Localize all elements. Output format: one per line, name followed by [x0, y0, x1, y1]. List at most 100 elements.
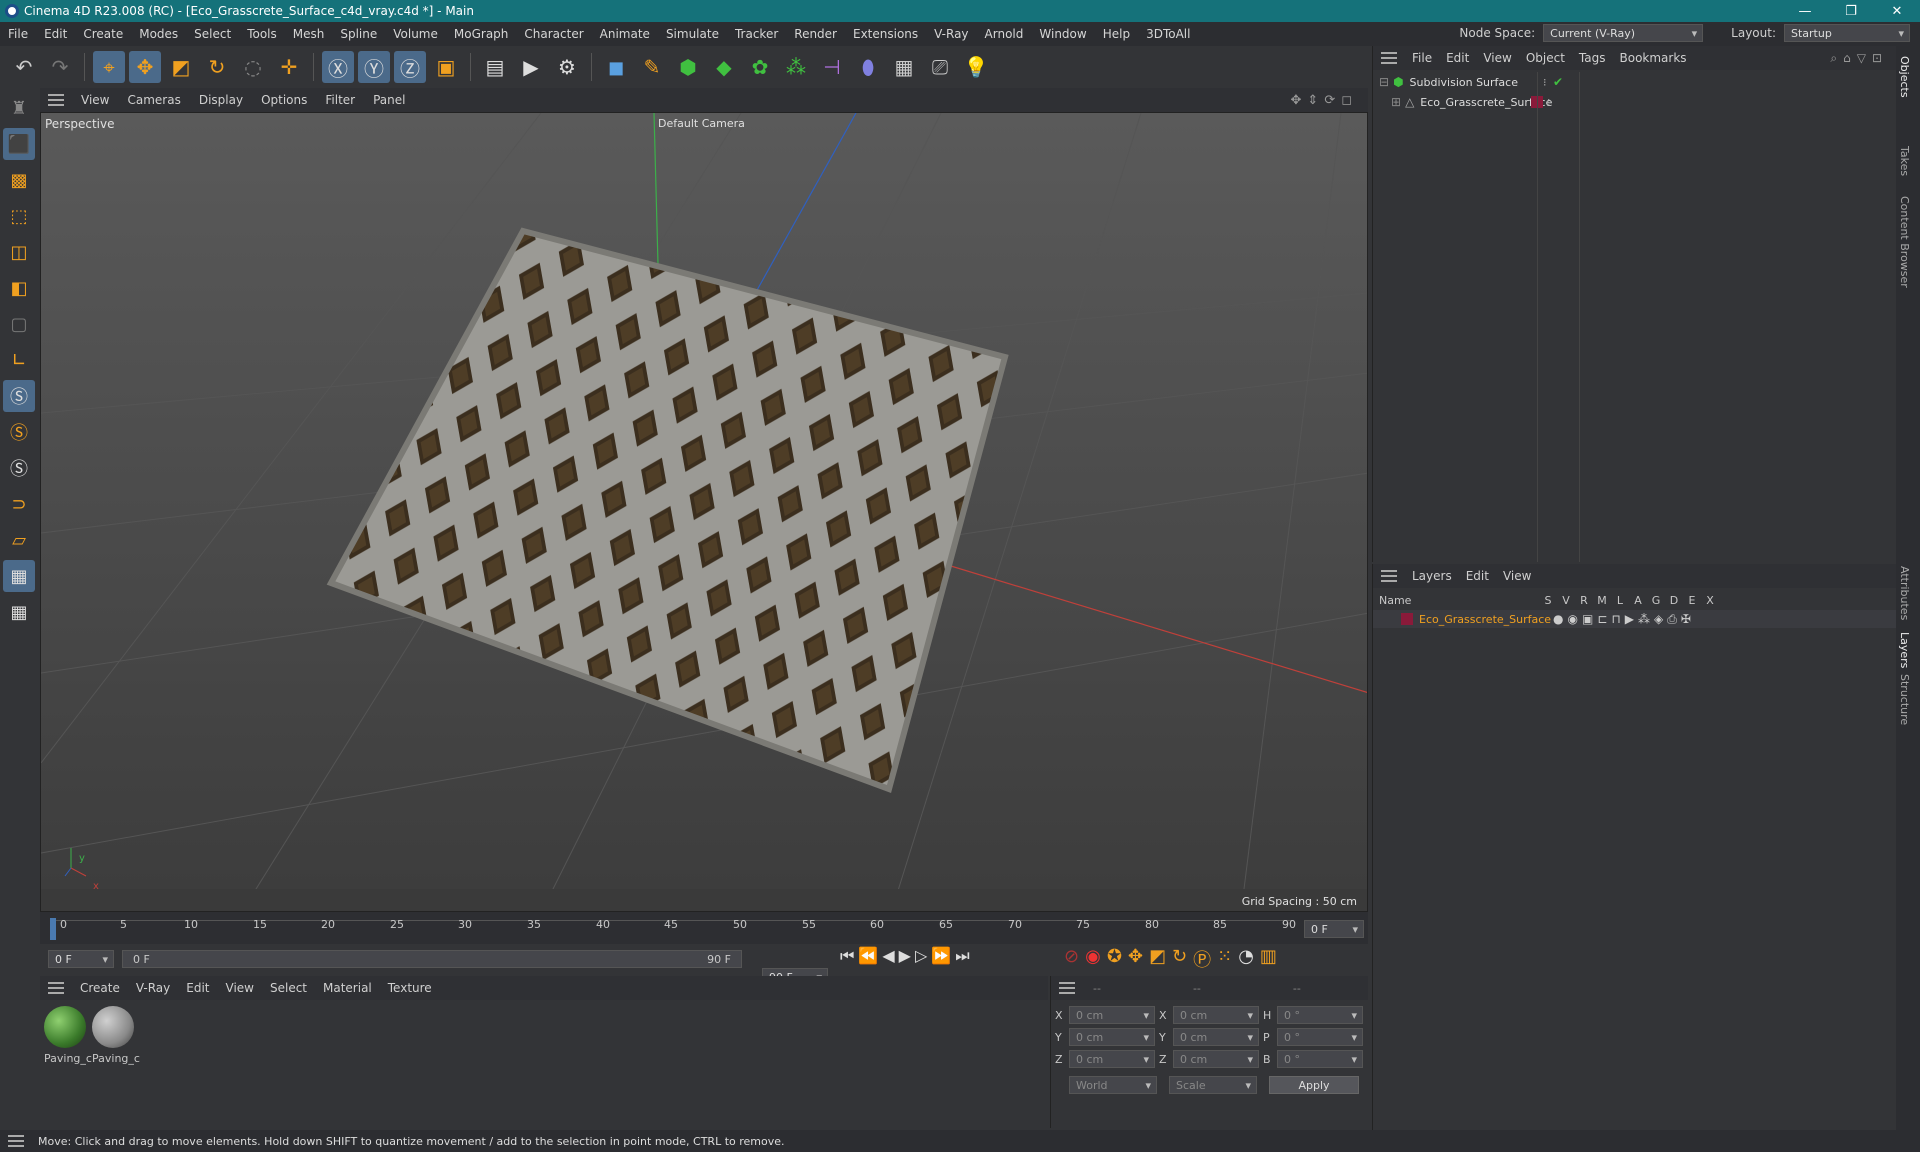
status-menu-icon[interactable] — [8, 1135, 24, 1147]
size-z-field[interactable]: 0 cm — [1173, 1050, 1259, 1068]
edges-mode-icon[interactable]: ◫ — [3, 236, 35, 268]
apply-button[interactable]: Apply — [1269, 1076, 1359, 1094]
menu-create[interactable]: Create — [75, 27, 131, 41]
auto-key-icon[interactable]: ◉ — [1085, 946, 1101, 972]
camera-label[interactable]: Default Camera — [658, 117, 745, 130]
tab-structure[interactable]: Structure — [1898, 674, 1911, 725]
menu-tracker[interactable]: Tracker — [727, 27, 786, 41]
make-editable-icon[interactable]: ♜ — [3, 92, 35, 124]
menu-render[interactable]: Render — [786, 27, 845, 41]
layer-manager-icon[interactable]: ⊏ — [1597, 612, 1607, 627]
viewport-menu-filter[interactable]: Filter — [316, 93, 364, 107]
menu-select[interactable]: Select — [186, 27, 239, 41]
point-level-icon[interactable]: ⁙ — [1217, 946, 1232, 972]
z-axis-lock-icon[interactable]: Ⓩ — [394, 51, 426, 83]
rot-p-field[interactable]: 0 ° — [1277, 1028, 1363, 1046]
current-frame-field[interactable]: 0 F — [1304, 920, 1364, 938]
layer-render-icon[interactable]: ▣ — [1582, 612, 1593, 627]
layer-lock-icon[interactable]: ⊓ — [1611, 612, 1620, 627]
subdivision-icon[interactable]: ⬢ — [672, 51, 704, 83]
rotate-icon[interactable]: ↻ — [201, 51, 233, 83]
quantize-icon[interactable]: Ⓢ — [3, 452, 35, 484]
axis-mode-icon[interactable]: ∟ — [3, 344, 35, 376]
coordinate-system-icon[interactable]: ▣ — [430, 51, 462, 83]
layer-menu-icon[interactable] — [1381, 570, 1397, 582]
menu-modes[interactable]: Modes — [131, 27, 186, 41]
object-menu-view[interactable]: View — [1476, 51, 1518, 65]
render-region-icon[interactable]: ▤ — [479, 51, 511, 83]
object-menu-file[interactable]: File — [1405, 51, 1439, 65]
next-key-icon[interactable]: ⏩ — [931, 946, 951, 966]
coords-menu-icon[interactable] — [1059, 982, 1075, 994]
col-generators[interactable]: G — [1647, 594, 1665, 607]
object-menu-tags[interactable]: Tags — [1572, 51, 1613, 65]
col-view[interactable]: V — [1557, 594, 1575, 607]
redo-icon[interactable]: ↷ — [44, 51, 76, 83]
render-view-icon[interactable]: ▶ — [515, 51, 547, 83]
recent-tool-icon[interactable]: ◌ — [237, 51, 269, 83]
polygons-mode-icon[interactable]: ◧ — [3, 272, 35, 304]
camera-icon[interactable]: ⎚ — [924, 51, 956, 83]
move-icon[interactable]: ✥ — [129, 51, 161, 83]
pos-x-field[interactable]: 0 cm — [1069, 1006, 1155, 1024]
layer-expression-icon[interactable]: ⎙ — [1667, 612, 1677, 627]
material-menu-texture[interactable]: Texture — [380, 981, 440, 995]
y-axis-lock-icon[interactable]: Ⓨ — [358, 51, 390, 83]
locked-workplane-icon[interactable]: ▦ — [3, 596, 35, 628]
col-xref[interactable]: X — [1701, 594, 1719, 607]
workplane-icon[interactable]: ▱ — [3, 524, 35, 556]
col-expressions[interactable]: E — [1683, 594, 1701, 607]
material-menu-material[interactable]: Material — [315, 981, 380, 995]
go-to-end-icon[interactable]: ⏭ — [955, 946, 969, 966]
light-icon[interactable]: 💡 — [960, 51, 992, 83]
viewport-menu-options[interactable]: Options — [252, 93, 316, 107]
coord-system-dropdown[interactable]: World — [1069, 1076, 1157, 1094]
object-row-eco-grasscrete[interactable]: ⊞ △ Eco_Grasscrete_Surface ⁝ — [1373, 92, 1897, 112]
pos-z-field[interactable]: 0 cm — [1069, 1050, 1155, 1068]
layout-dropdown[interactable]: Startup — [1784, 24, 1910, 42]
menu-mograph[interactable]: MoGraph — [446, 27, 517, 41]
material-menu-vray[interactable]: V-Ray — [128, 981, 178, 995]
timeline-ruler[interactable]: 0 5 10 15 20 25 30 35 40 45 50 55 60 65 … — [40, 912, 1368, 944]
tab-attributes[interactable]: Attributes — [1898, 566, 1911, 620]
size-y-field[interactable]: 0 cm — [1173, 1028, 1259, 1046]
object-menu-object[interactable]: Object — [1519, 51, 1572, 65]
x-axis-lock-icon[interactable]: Ⓧ — [322, 51, 354, 83]
material-menu-view[interactable]: View — [218, 981, 262, 995]
parameter-key-icon[interactable]: Ⓟ — [1193, 946, 1211, 972]
layer-color-swatch[interactable] — [1401, 613, 1413, 625]
floor-icon[interactable]: ▦ — [888, 51, 920, 83]
material-swatch[interactable]: Paving_c — [92, 1006, 140, 1065]
live-selection-icon[interactable]: ⌖ — [93, 51, 125, 83]
snap-icon[interactable]: Ⓢ — [3, 380, 35, 412]
points-mode-icon[interactable]: ⬚ — [3, 200, 35, 232]
menu-help[interactable]: Help — [1095, 27, 1138, 41]
position-key-icon[interactable]: ✥ — [1128, 946, 1143, 972]
texture-mode-icon[interactable]: ▩ — [3, 164, 35, 196]
object-menu-icon[interactable] — [1381, 52, 1397, 64]
menu-animate[interactable]: Animate — [592, 27, 658, 41]
record-off-icon[interactable]: ⊘ — [1064, 946, 1079, 972]
tab-content-browser[interactable]: Content Browser — [1898, 196, 1911, 288]
rot-b-field[interactable]: 0 ° — [1277, 1050, 1363, 1068]
menu-vray[interactable]: V-Ray — [926, 27, 976, 41]
object-row-subdivision[interactable]: ⊟ ⬢ Subdivision Surface ⁝ ✔ — [1373, 72, 1897, 92]
col-manager[interactable]: M — [1593, 594, 1611, 607]
cube-icon[interactable]: ◼ — [600, 51, 632, 83]
layer-xref-icon[interactable]: ✠ — [1681, 612, 1691, 627]
play-icon[interactable]: ▶ — [899, 946, 911, 966]
viewport-menu-view[interactable]: View — [72, 93, 118, 107]
layer-menu-view[interactable]: View — [1496, 569, 1538, 583]
expand-icon[interactable]: ⊟ — [1379, 75, 1389, 89]
film-icon[interactable]: ▥ — [1260, 946, 1277, 972]
scale-key-icon[interactable]: ◩ — [1149, 946, 1166, 972]
menu-arnold[interactable]: Arnold — [977, 27, 1032, 41]
go-to-start-icon[interactable]: ⏮ — [840, 946, 854, 966]
uv-mode-icon[interactable]: ▢ — [3, 308, 35, 340]
tab-takes[interactable]: Takes — [1898, 146, 1911, 176]
layer-animation-icon[interactable]: ▶ — [1625, 612, 1634, 627]
layer-generator-icon[interactable]: ⁂ — [1638, 612, 1650, 627]
model-mode-icon[interactable]: ⬛ — [3, 128, 35, 160]
pen-spline-icon[interactable]: ✎ — [636, 51, 668, 83]
snap-settings-icon[interactable]: Ⓢ — [3, 416, 35, 448]
